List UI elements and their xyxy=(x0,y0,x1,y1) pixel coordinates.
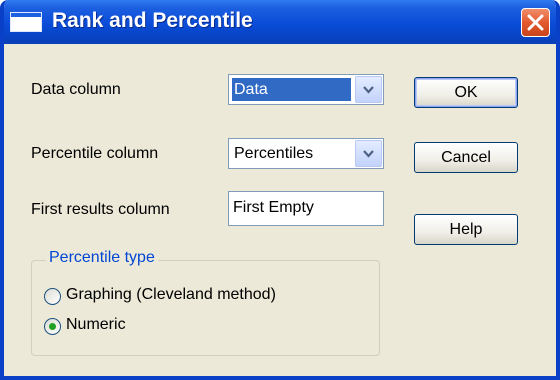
data-column-value: Data xyxy=(232,78,351,101)
percentile-type-group xyxy=(31,260,380,356)
help-button[interactable]: Help xyxy=(414,214,518,245)
cancel-button[interactable]: Cancel xyxy=(414,142,518,173)
chevron-down-icon xyxy=(363,150,374,158)
percentile-column-dropdown-button[interactable] xyxy=(355,140,382,167)
close-button[interactable] xyxy=(521,8,550,37)
close-icon xyxy=(527,14,544,31)
title-bar[interactable]: Rank and Percentile xyxy=(4,0,556,44)
first-results-column-label: First results column xyxy=(31,201,170,218)
numeric-option-label[interactable]: Numeric xyxy=(66,316,126,334)
ok-button[interactable]: OK xyxy=(414,77,518,108)
graphing-radio[interactable] xyxy=(44,288,61,305)
dialog-title: Rank and Percentile xyxy=(52,9,253,32)
numeric-radio[interactable] xyxy=(44,318,61,335)
percentile-column-select[interactable]: Percentiles xyxy=(228,138,384,169)
window-icon xyxy=(10,12,42,32)
dialog-window: Rank and Percentile Data column Data Per… xyxy=(0,0,560,380)
data-column-dropdown-button[interactable] xyxy=(355,76,382,103)
first-results-column-input[interactable]: First Empty xyxy=(228,191,384,226)
data-column-select[interactable]: Data xyxy=(228,74,384,105)
percentile-type-legend: Percentile type xyxy=(46,249,158,267)
percentile-column-value: Percentiles xyxy=(234,145,314,162)
percentile-column-label: Percentile column xyxy=(31,145,159,162)
chevron-down-icon xyxy=(363,86,374,94)
data-column-label: Data column xyxy=(31,81,121,98)
graphing-option-label[interactable]: Graphing (Cleveland method) xyxy=(66,286,276,304)
